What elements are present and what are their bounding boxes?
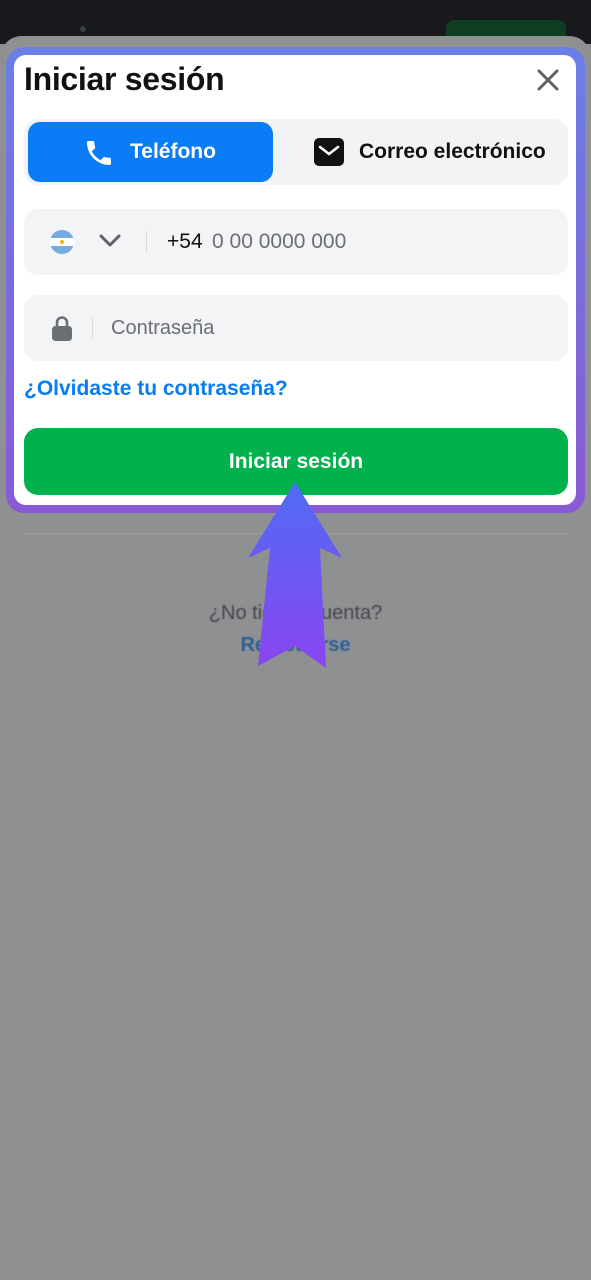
password-input[interactable]: [111, 309, 531, 347]
pointer-arrow-icon: [248, 482, 342, 668]
dialog-title: Iniciar sesión: [24, 61, 225, 97]
login-button-label: Iniciar sesión: [228, 450, 364, 473]
close-icon[interactable]: [535, 67, 561, 93]
phone-field: +54: [24, 209, 568, 275]
phone-input[interactable]: [212, 223, 532, 261]
tab-phone[interactable]: Teléfono: [28, 122, 273, 182]
phone-prefix: +54: [167, 230, 203, 253]
field-separator: [92, 317, 93, 339]
tab-email[interactable]: Correo electrónico: [279, 122, 568, 182]
phone-icon: [87, 141, 111, 165]
argentina-flag-icon[interactable]: [50, 230, 74, 254]
field-separator: [146, 231, 147, 253]
forgot-password-link[interactable]: ¿Olvidaste tu contraseña?: [24, 377, 288, 401]
tab-email-label: Correo electrónico: [359, 140, 546, 163]
login-method-tabs: Teléfono Correo electrónico: [24, 119, 568, 185]
password-field: [24, 295, 568, 361]
status-dot: [80, 26, 86, 32]
lock-icon: [52, 316, 72, 341]
login-dialog: Iniciar sesión Teléfono Correo electróni…: [14, 55, 576, 505]
chevron-down-icon[interactable]: [98, 233, 122, 249]
tab-phone-label: Teléfono: [130, 140, 216, 163]
envelope-icon: [314, 138, 344, 166]
